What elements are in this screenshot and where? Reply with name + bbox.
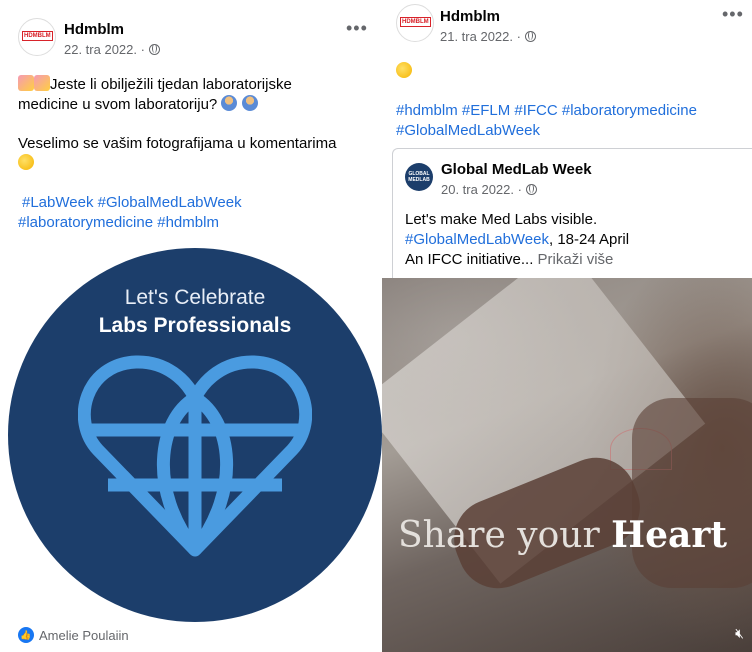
post-text-2: Veselimo se vašim fotografijama u koment… [18, 134, 368, 174]
globe-icon [524, 31, 536, 42]
post-date[interactable]: 21. tra 2022. · [440, 29, 536, 44]
image-subheading: Labs Professionals [98, 314, 292, 337]
partying-face-emoji-icon [396, 62, 412, 78]
image-heading: Let's Celebrate [124, 286, 266, 309]
hand-shadow [632, 398, 752, 588]
shared-post[interactable]: GLOBAL MEDLAB Global MedLab Week 20. tra… [392, 148, 752, 279]
shared-post-date[interactable]: 20. tra 2022. · [441, 182, 537, 197]
scientist-emoji-icon [221, 95, 238, 111]
post-author[interactable]: Hdmblm [440, 8, 500, 25]
left-post: HDMBLM Hdmblm 22. tra 2022. · ••• Jeste … [0, 0, 382, 652]
thumbs-up-icon: 👍 [18, 627, 34, 643]
post-date[interactable]: 22. tra 2022. · [64, 42, 160, 57]
hdmblm-logo: HDMBLM [22, 31, 53, 41]
party-popper-emoji-icon [34, 75, 50, 91]
avatar[interactable]: HDMBLM [18, 18, 56, 56]
reactions[interactable]: 👍 Amelie Poulaiin [18, 627, 129, 643]
hashtag-link[interactable]: #GlobalMedLabWeek [405, 231, 549, 248]
people-celebrating-emoji-icon [18, 75, 34, 91]
shared-post-author[interactable]: Global MedLab Week [441, 161, 592, 178]
globe-heart-icon [78, 355, 312, 557]
speaker-muted-icon[interactable]: 🔇︎ [735, 625, 744, 642]
avatar[interactable]: HDMBLM [396, 4, 434, 42]
post-author[interactable]: Hdmblm [64, 21, 124, 38]
post-text [396, 62, 412, 82]
more-options-button[interactable]: ••• [722, 4, 744, 25]
globe-icon [525, 184, 537, 195]
post-hashtags[interactable]: #hdmblm #EFLM #IFCC #laboratorymedicine … [396, 101, 752, 141]
video-caption: Share your Heart [398, 514, 727, 556]
hdmblm-logo: HDMBLM [400, 17, 431, 27]
health-worker-emoji-icon [241, 95, 258, 111]
video-player[interactable]: Share your Heart 🔇︎ [382, 278, 752, 652]
shared-post-text: Let's make Med Labs visible. #GlobalMedL… [405, 211, 630, 268]
post-text: Jeste li obilježili tjedan laboratorijsk… [18, 75, 292, 113]
partying-face-emoji-icon [18, 154, 34, 170]
post-image[interactable]: Let's Celebrate Labs Professionals [8, 248, 382, 622]
post-hashtags[interactable]: #LabWeek #GlobalMedLabWeek #laboratoryme… [18, 193, 368, 233]
globe-icon [148, 44, 160, 55]
global-medlab-avatar[interactable]: GLOBAL MEDLAB [405, 163, 433, 191]
right-post: HDMBLM Hdmblm 21. tra 2022. · ••• #hdmbl… [382, 0, 752, 652]
see-more-link[interactable]: Prikaži više [538, 251, 614, 268]
more-options-button[interactable]: ••• [346, 18, 368, 39]
